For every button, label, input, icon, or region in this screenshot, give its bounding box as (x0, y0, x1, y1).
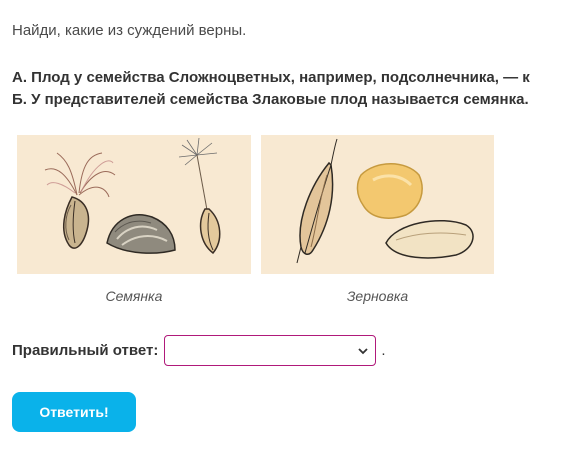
caption-achene: Семянка (105, 288, 163, 304)
answer-trailing-period: . (381, 342, 386, 359)
achene-illustration (17, 135, 251, 274)
figure-caryopsis: Зерновка (261, 135, 494, 304)
answer-row: Правильный ответ: . (12, 335, 386, 366)
caryopsis-illustration (261, 135, 494, 274)
answer-select[interactable] (164, 335, 377, 366)
statements: А. Плод у семейства Сложноцветных, напри… (12, 67, 530, 111)
caption-caryopsis: Зерновка (346, 288, 409, 304)
submit-button[interactable]: Ответить! (12, 392, 136, 432)
statement-a: А. Плод у семейства Сложноцветных, напри… (12, 69, 530, 86)
answer-label: Правильный ответ: (12, 342, 159, 359)
statement-b: Б. У представителей семейства Злаковые п… (12, 91, 529, 108)
chevron-down-icon (357, 344, 369, 361)
figure-achene: Семянка (17, 135, 251, 304)
task-instruction: Найди, какие из суждений верны. (12, 22, 247, 39)
